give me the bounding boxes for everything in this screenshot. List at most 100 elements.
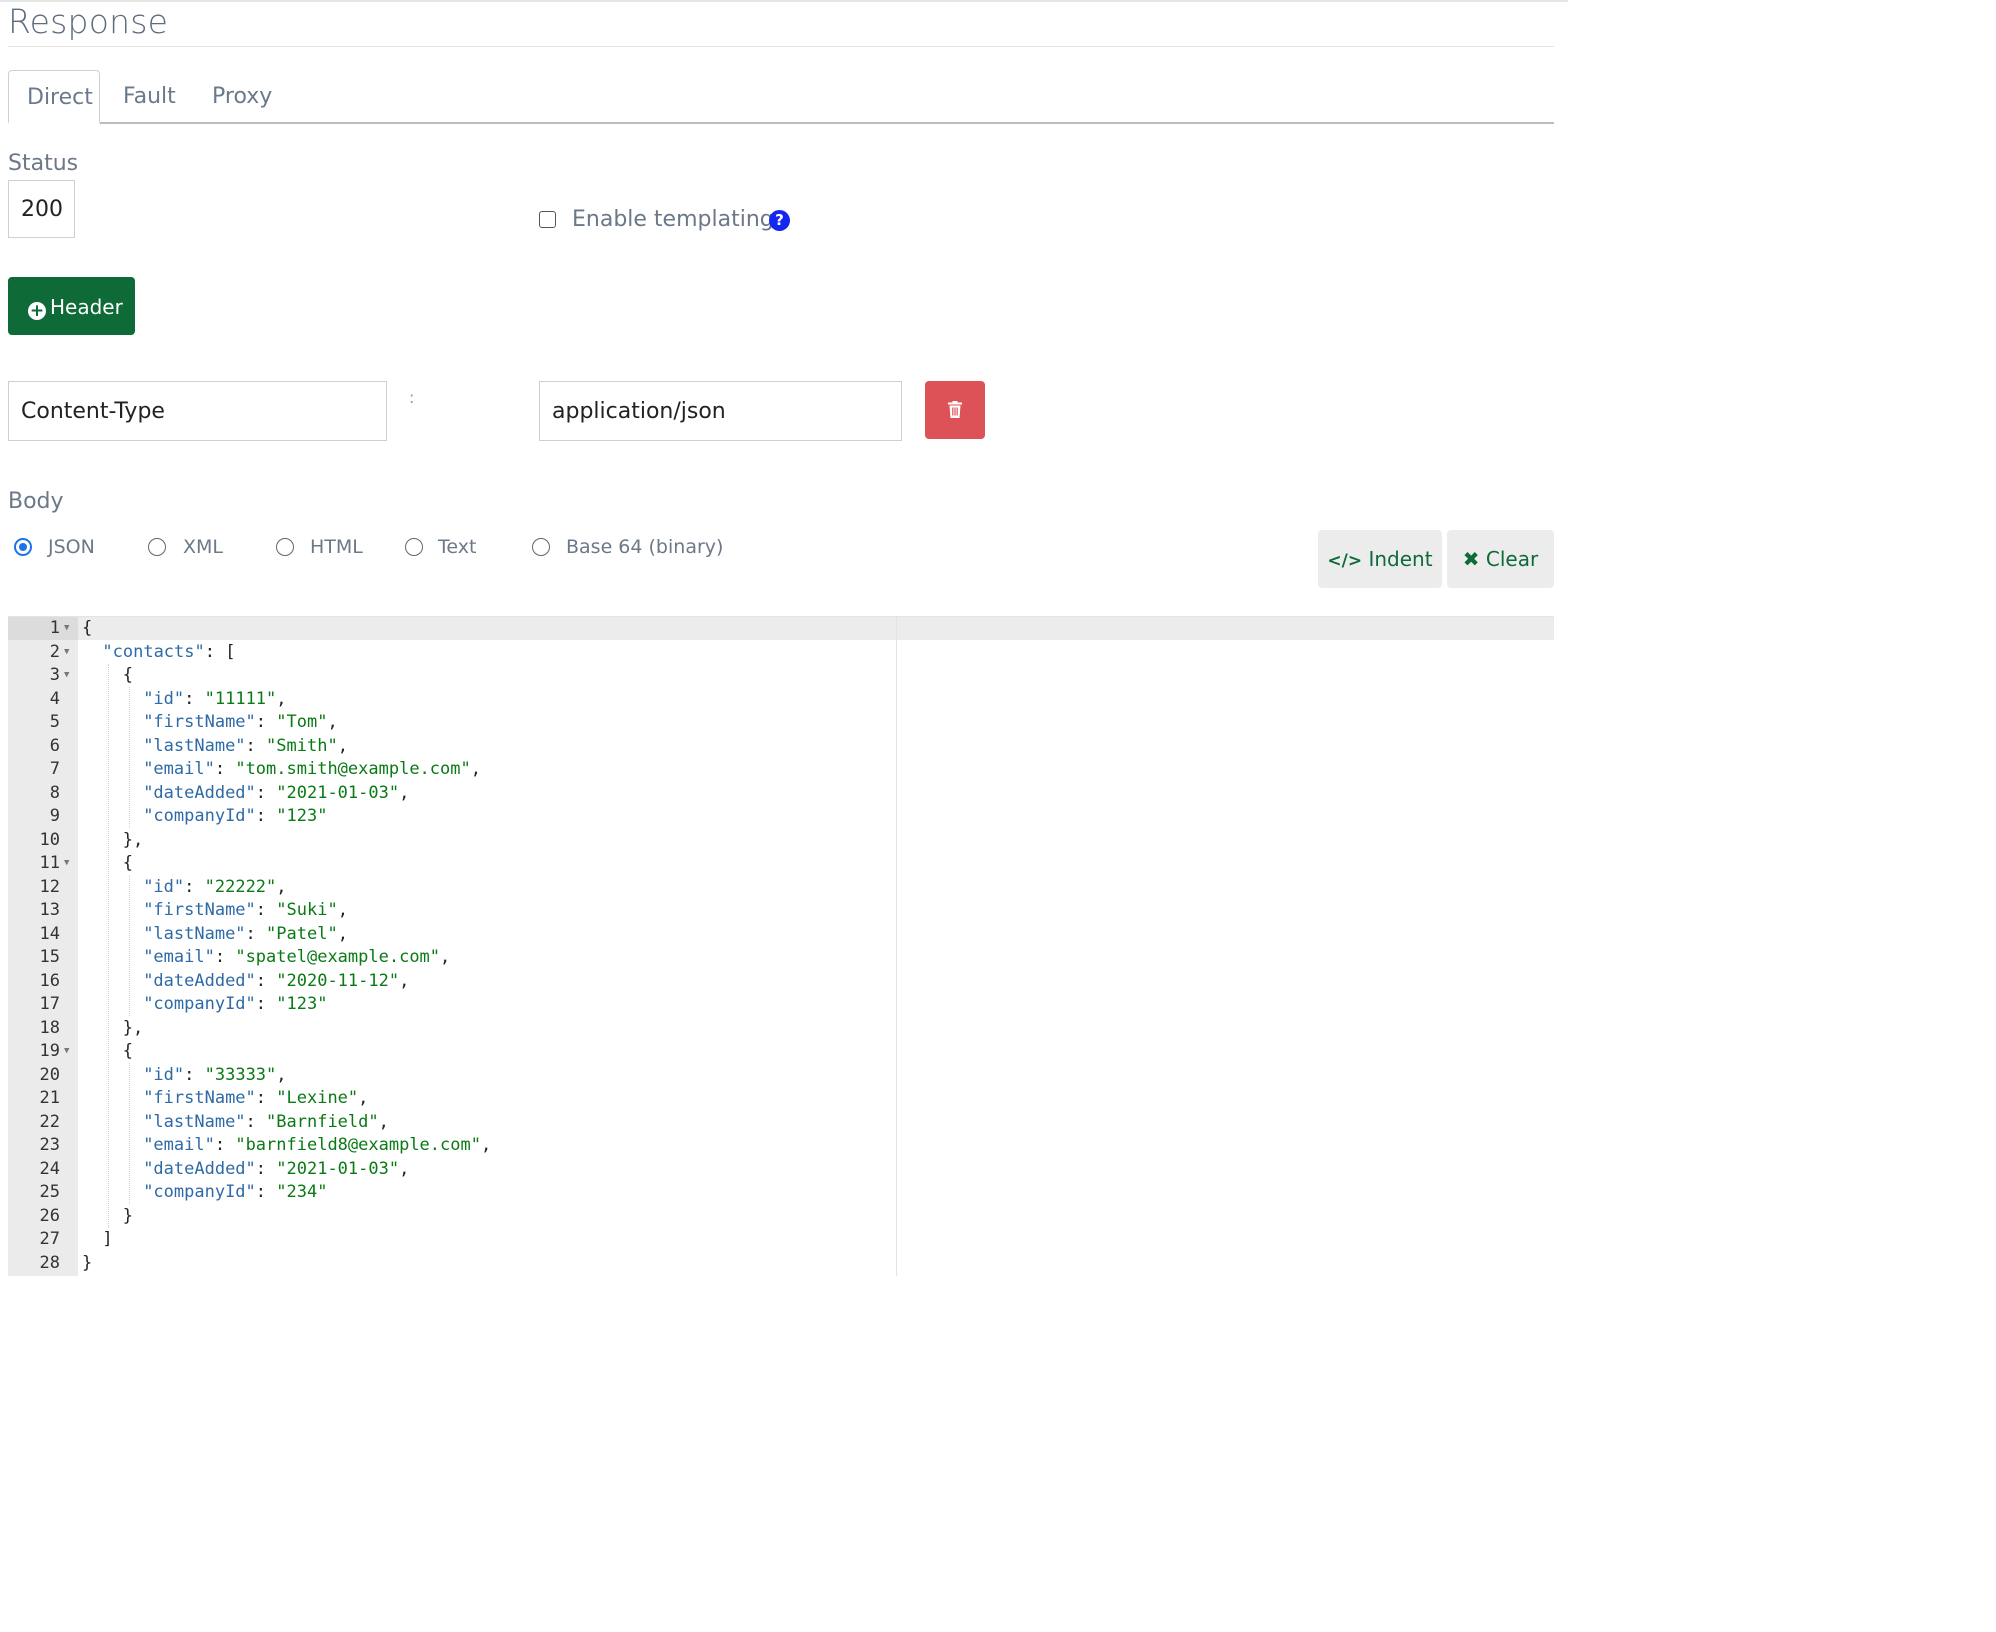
caret-down-icon[interactable]: ▼ [64,617,69,641]
x-icon: ✖ [1462,547,1480,571]
code-line: 26} [8,1205,1554,1229]
code-text: { [122,665,134,685]
code-line: 13 "firstName": "Suki", [8,899,1554,923]
code-text: "contacts": [ [102,641,236,662]
code-line: 21 "firstName": "Lexine", [8,1087,1554,1111]
tab-direct[interactable]: Direct [8,70,100,124]
format-label-json[interactable]: JSON [48,536,95,558]
code-line: 24 "dateAdded": "2021-01-03", [8,1158,1554,1182]
line-number: 1 [49,618,60,638]
code-text: { [82,618,93,638]
json-key: "email" [143,759,215,779]
format-radio-xml[interactable] [148,538,166,556]
tab-fault[interactable]: Fault [105,70,194,124]
format-label-text[interactable]: Text [438,536,476,558]
format-radio-text[interactable] [405,538,423,556]
line-number: 28 [39,1252,60,1273]
header-value-input[interactable]: application/json [539,381,902,441]
caret-down-icon[interactable]: ▼ [64,852,69,876]
response-tabs: Direct Fault Proxy [8,70,1554,124]
question-circle-icon[interactable]: ? [769,210,790,231]
line-number: 6 [49,735,60,756]
json-key: "dateAdded" [143,1158,256,1179]
caret-down-icon[interactable]: ▼ [64,1040,69,1064]
code-text: { [122,853,134,873]
line-number: 20 [39,1064,60,1085]
format-label-base64[interactable]: Base 64 (binary) [566,536,723,558]
code-text: }, [122,829,144,850]
json-string-value: "spatel@example.com" [235,947,441,967]
code-text: ] [102,1229,113,1249]
line-number: 21 [39,1088,60,1108]
code-text: "companyId": "234" [143,1182,328,1202]
json-key: "firstName" [143,712,256,732]
line-number: 5 [49,712,60,732]
json-key: "lastName" [143,923,246,944]
line-number: 25 [39,1182,60,1202]
code-line: 19 ▼ { [8,1040,1554,1064]
code-line: 18}, [8,1017,1554,1041]
line-number: 12 [39,876,60,897]
indent-button[interactable]: </> Indent [1318,530,1442,588]
json-string-value: "33333" [204,1064,277,1085]
caret-down-icon[interactable]: ▼ [64,641,69,665]
format-radio-html[interactable] [276,538,294,556]
plus-circle-icon: + [28,301,46,321]
line-number: 2 [49,641,60,662]
header-name-input[interactable]: Content-Type [8,381,387,441]
code-text: "dateAdded": "2021-01-03", [143,1158,410,1179]
format-radio-json[interactable] [14,538,32,556]
code-line: 7 "email": "tom.smith@example.com", [8,758,1554,782]
line-number: 10 [39,829,60,850]
line-number: 16 [39,970,60,991]
code-text: "dateAdded": "2021-01-03", [143,782,410,803]
code-text: "id": "33333", [143,1064,287,1085]
line-number: 15 [39,947,60,967]
line-number: 17 [39,994,60,1014]
code-line: 27] [8,1228,1554,1252]
json-key: "contacts" [102,641,205,662]
code-text: }, [122,1017,144,1038]
code-line: 11 ▼ { [8,852,1554,876]
caret-down-icon[interactable]: ▼ [64,664,69,688]
json-string-value: "Suki" [276,900,338,920]
code-text: "id": "11111", [143,688,287,709]
json-key: "firstName" [143,900,256,920]
json-string-value: "2021-01-03" [276,782,400,803]
clear-label: Clear [1485,547,1539,571]
format-label-xml[interactable]: XML [183,536,223,558]
json-string-value: "123" [276,806,328,826]
line-number: 9 [49,806,60,826]
enable-templating-checkbox[interactable] [539,211,556,228]
top-divider [0,0,1568,2]
code-line: 15 "email": "spatel@example.com", [8,946,1554,970]
json-string-value: "2021-01-03" [276,1158,400,1179]
json-key: "lastName" [143,1111,246,1132]
json-key: "lastName" [143,735,246,756]
add-header-button[interactable]: + Header [8,277,135,335]
code-text: "companyId": "123" [143,994,328,1014]
format-radio-base64[interactable] [532,538,550,556]
code-line: 22 "lastName": "Barnfield", [8,1111,1554,1135]
json-body-editor[interactable]: 1 ▼{2 ▼ "contacts": [3 ▼{4 "id": "11111", 5 "fi… [8,616,1554,1276]
line-number: 4 [49,688,60,709]
line-number: 11 [39,853,60,873]
delete-header-button[interactable] [925,381,985,439]
line-number: 23 [39,1135,60,1155]
enable-templating-label[interactable]: Enable templating [572,207,774,232]
add-header-label: Header [50,295,123,319]
json-key: "email" [143,947,215,967]
code-text: "email": "barnfield8@example.com", [143,1135,492,1155]
status-input[interactable]: 200 [8,180,75,238]
json-key: "id" [143,1064,185,1085]
code-line: 9 "companyId": "123" [8,805,1554,829]
format-label-html[interactable]: HTML [310,536,363,558]
tab-proxy[interactable]: Proxy [194,70,290,124]
response-panel: Response Direct Fault Proxy Status 200 E… [0,0,1568,1280]
clear-button[interactable]: ✖ Clear [1447,530,1554,588]
line-number: 26 [39,1205,60,1226]
code-line: 17 "companyId": "123" [8,993,1554,1017]
page-title: Response [8,2,169,41]
json-key: "dateAdded" [143,970,256,991]
json-string-value: "Lexine" [276,1088,359,1108]
